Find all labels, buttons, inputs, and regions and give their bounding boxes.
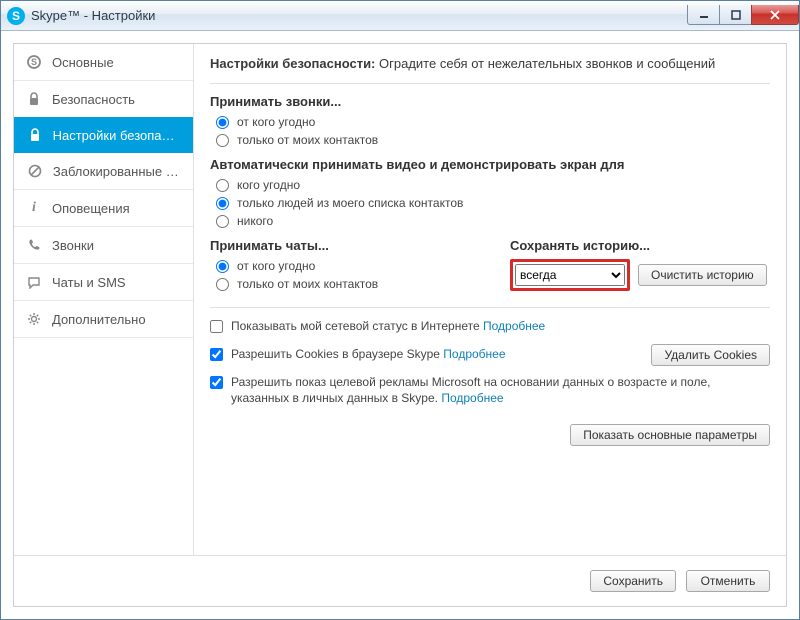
skype-logo-icon: S bbox=[7, 7, 25, 25]
section-history: Сохранять историю... всегда Очистить ист… bbox=[510, 238, 770, 295]
radio-input[interactable] bbox=[216, 134, 229, 147]
sidebar-item-security[interactable]: Безопасность bbox=[14, 81, 193, 117]
check-allow-cookies[interactable]: Разрешить Cookies в браузере Skype Подро… bbox=[210, 346, 651, 362]
sidebar-item-label: Безопасность bbox=[52, 92, 135, 107]
radio-label: только от моих контактов bbox=[237, 277, 378, 291]
radio-label: только от моих контактов bbox=[237, 133, 378, 147]
sidebar-item-blocked[interactable]: Заблокированные по... bbox=[14, 153, 193, 189]
main-area: S Основные Безопасность Настройки безопа… bbox=[14, 44, 786, 555]
divider bbox=[210, 307, 770, 308]
history-highlight-box: всегда bbox=[510, 259, 630, 291]
gear-icon bbox=[26, 312, 42, 326]
sidebar-item-label: Чаты и SMS bbox=[52, 275, 126, 290]
sidebar-item-notifications[interactable]: i Оповещения bbox=[14, 190, 193, 226]
header-desc: Оградите себя от нежелательных звонков и… bbox=[375, 56, 715, 71]
sidebar-item-label: Основные bbox=[52, 55, 114, 70]
sidebar-item-label: Дополнительно bbox=[52, 312, 146, 327]
checkbox-input[interactable] bbox=[210, 320, 223, 333]
link-more[interactable]: Подробнее bbox=[441, 391, 503, 405]
section-title: Автоматически принимать видео и демонстр… bbox=[210, 157, 770, 172]
content-header: Настройки безопасности: Оградите себя от… bbox=[210, 44, 770, 84]
radio-input[interactable] bbox=[216, 215, 229, 228]
window-controls bbox=[687, 6, 799, 25]
skype-icon: S bbox=[26, 55, 42, 69]
radio-input[interactable] bbox=[216, 179, 229, 192]
window-body: S Основные Безопасность Настройки безопа… bbox=[1, 31, 799, 619]
maximize-button[interactable] bbox=[719, 5, 751, 25]
radio-input[interactable] bbox=[216, 278, 229, 291]
lock-icon bbox=[26, 92, 42, 106]
radio-input[interactable] bbox=[216, 116, 229, 129]
radio-calls-contacts[interactable]: только от моих контактов bbox=[216, 133, 770, 147]
close-button[interactable] bbox=[751, 5, 799, 25]
section-title: Принимать чаты... bbox=[210, 238, 470, 253]
link-more[interactable]: Подробнее bbox=[443, 347, 505, 361]
radio-label: от кого угодно bbox=[237, 115, 315, 129]
check-label: Показывать мой сетевой статус в Интернет… bbox=[231, 318, 545, 334]
cancel-button[interactable]: Отменить bbox=[686, 570, 770, 592]
checkbox-input[interactable] bbox=[210, 348, 223, 361]
section-video: Автоматически принимать видео и демонстр… bbox=[210, 157, 770, 228]
svg-text:S: S bbox=[31, 57, 37, 67]
show-basic-button[interactable]: Показать основные параметры bbox=[570, 424, 770, 446]
ban-icon bbox=[28, 164, 43, 178]
section-title: Сохранять историю... bbox=[510, 238, 770, 253]
dialog-footer: Сохранить Отменить bbox=[14, 556, 786, 606]
section-calls: Принимать звонки... от кого угодно тольк… bbox=[210, 94, 770, 147]
content-panel: Настройки безопасности: Оградите себя от… bbox=[194, 44, 786, 555]
radio-label: никого bbox=[237, 214, 273, 228]
sidebar-item-security-settings[interactable]: Настройки безопасно... bbox=[14, 117, 193, 153]
radio-input[interactable] bbox=[216, 197, 229, 210]
section-chats: Принимать чаты... от кого угодно только … bbox=[210, 238, 470, 295]
radio-chats-contacts[interactable]: только от моих контактов bbox=[216, 277, 470, 291]
sidebar-item-general[interactable]: S Основные bbox=[14, 44, 193, 80]
history-select[interactable]: всегда bbox=[515, 264, 625, 286]
check-label: Разрешить Cookies в браузере Skype Подро… bbox=[231, 346, 506, 362]
check-label: Разрешить показ целевой рекламы Microsof… bbox=[231, 374, 770, 406]
phone-icon bbox=[26, 238, 42, 252]
radio-label: только людей из моего списка контактов bbox=[237, 196, 463, 210]
save-button[interactable]: Сохранить bbox=[590, 570, 676, 592]
sidebar-item-calls[interactable]: Звонки bbox=[14, 227, 193, 263]
checkbox-input[interactable] bbox=[210, 376, 223, 389]
sidebar-item-advanced[interactable]: Дополнительно bbox=[14, 301, 193, 337]
sidebar-item-label: Настройки безопасно... bbox=[53, 128, 181, 143]
link-more[interactable]: Подробнее bbox=[483, 319, 545, 333]
radio-calls-anyone[interactable]: от кого угодно bbox=[216, 115, 770, 129]
radio-video-anyone[interactable]: кого угодно bbox=[216, 178, 770, 192]
sidebar-item-chats[interactable]: Чаты и SMS bbox=[14, 264, 193, 300]
dialog: S Основные Безопасность Настройки безопа… bbox=[13, 43, 787, 607]
section-title: Принимать звонки... bbox=[210, 94, 770, 109]
clear-history-button[interactable]: Очистить историю bbox=[638, 264, 767, 286]
radio-label: от кого угодно bbox=[237, 259, 315, 273]
delete-cookies-button[interactable]: Удалить Cookies bbox=[651, 344, 770, 366]
sidebar-item-label: Заблокированные по... bbox=[53, 164, 181, 179]
section-checkboxes: Показывать мой сетевой статус в Интернет… bbox=[210, 318, 770, 406]
minimize-button[interactable] bbox=[687, 5, 719, 25]
radio-video-contacts[interactable]: только людей из моего списка контактов bbox=[216, 196, 770, 210]
sidebar: S Основные Безопасность Настройки безопа… bbox=[14, 44, 194, 555]
radio-input[interactable] bbox=[216, 260, 229, 273]
radio-label: кого угодно bbox=[237, 178, 300, 192]
radio-video-nobody[interactable]: никого bbox=[216, 214, 770, 228]
sidebar-item-label: Звонки bbox=[52, 238, 94, 253]
lock-icon bbox=[28, 128, 43, 142]
window-title: Skype™ - Настройки bbox=[31, 8, 155, 23]
check-show-status[interactable]: Показывать мой сетевой статус в Интернет… bbox=[210, 318, 770, 334]
info-icon: i bbox=[26, 200, 42, 216]
sidebar-item-label: Оповещения bbox=[52, 201, 130, 216]
header-title: Настройки безопасности: bbox=[210, 56, 375, 71]
section-chats-history: Принимать чаты... от кого угодно только … bbox=[210, 238, 770, 295]
radio-chats-anyone[interactable]: от кого угодно bbox=[216, 259, 470, 273]
chat-icon bbox=[26, 275, 42, 289]
check-allow-ads[interactable]: Разрешить показ целевой рекламы Microsof… bbox=[210, 374, 770, 406]
settings-window: S Skype™ - Настройки S Основные bbox=[0, 0, 800, 620]
titlebar: S Skype™ - Настройки bbox=[1, 1, 799, 31]
